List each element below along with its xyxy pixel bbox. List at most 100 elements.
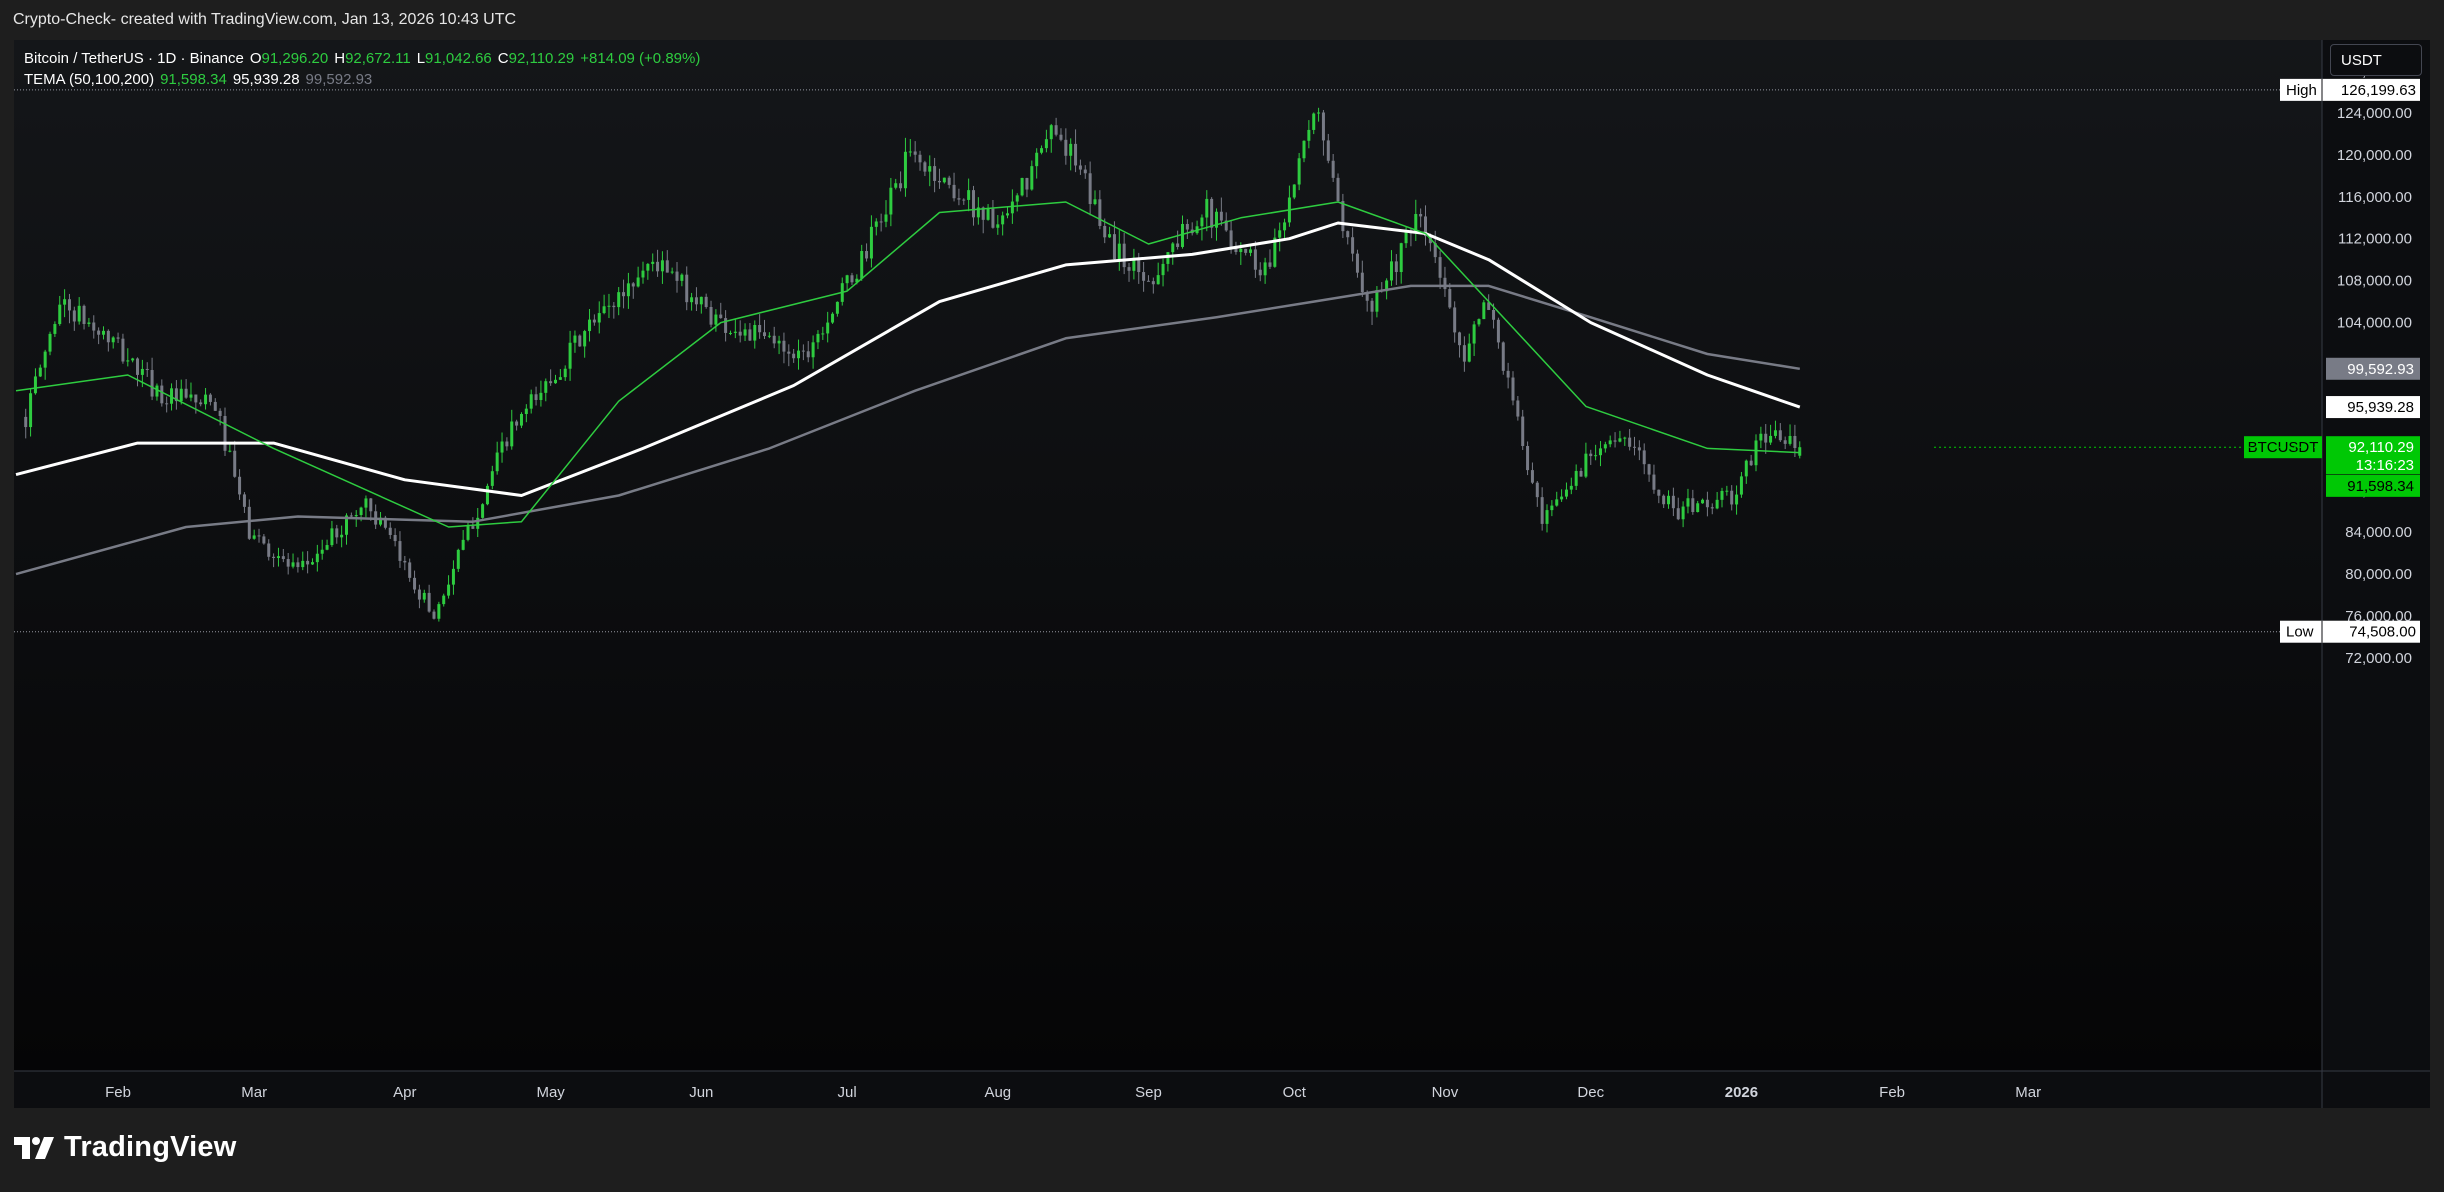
- candle-body: [1253, 249, 1257, 270]
- candle-body: [1015, 195, 1019, 202]
- high-tag-label: High: [2286, 82, 2317, 99]
- candle-body: [461, 539, 465, 550]
- candle-body: [1278, 230, 1282, 238]
- candle-body: [1555, 499, 1559, 506]
- legend-tema-label[interactable]: TEMA (50,100,200): [24, 69, 154, 90]
- candle-body: [1074, 143, 1078, 166]
- candle-body: [568, 342, 572, 369]
- candle-body: [505, 441, 509, 447]
- candle-body: [971, 190, 975, 218]
- candle-body: [617, 292, 621, 308]
- x-tick-label: Jun: [689, 1084, 713, 1101]
- price-chart[interactable]: 128,000.00124,000.00120,000.00116,000.00…: [14, 40, 2430, 1108]
- candle-body: [1516, 400, 1520, 417]
- candle-body: [1443, 277, 1447, 290]
- candle-body: [1608, 440, 1612, 445]
- candle-body: [1341, 201, 1345, 232]
- candle-body: [622, 292, 626, 297]
- legend-change: +814.09 (+0.89%): [580, 50, 701, 67]
- candle-body: [1501, 342, 1505, 371]
- candle-body: [1623, 437, 1627, 439]
- y-tick-label: 120,000.00: [2337, 147, 2412, 164]
- candle-body: [1151, 281, 1155, 285]
- candle-body: [257, 535, 261, 537]
- y-tick-label: 84,000.00: [2345, 524, 2412, 541]
- candle-body: [1754, 440, 1758, 466]
- candle-body: [792, 353, 796, 359]
- candle-body: [233, 450, 237, 477]
- candle-body: [1419, 214, 1423, 217]
- candle-body: [413, 577, 417, 590]
- chart-panel[interactable]: 128,000.00124,000.00120,000.00116,000.00…: [14, 40, 2430, 1108]
- candle-body: [831, 313, 835, 323]
- candle-body: [1200, 217, 1204, 227]
- currency-button[interactable]: USDT: [2330, 44, 2422, 76]
- candle-body: [1249, 249, 1253, 253]
- candle-body: [1715, 499, 1719, 509]
- candle-body: [325, 545, 329, 550]
- candle-body: [835, 301, 839, 314]
- candle-body: [67, 299, 71, 311]
- tema50-tag: 91,598.34: [2347, 478, 2414, 495]
- candle-body: [869, 226, 873, 259]
- candle-body: [1462, 345, 1466, 362]
- candle-body: [63, 299, 67, 305]
- candle-body: [903, 151, 907, 189]
- candle-body: [1389, 261, 1393, 281]
- candle-body: [456, 549, 460, 569]
- candle-body: [641, 270, 645, 278]
- candle-body: [787, 351, 791, 354]
- candle-body: [777, 340, 781, 344]
- candle-body: [607, 305, 611, 307]
- candle-body: [427, 592, 431, 612]
- candle-body: [242, 494, 246, 507]
- candle-body: [1662, 495, 1666, 505]
- candle-body: [884, 214, 888, 222]
- candle-body: [1229, 230, 1233, 248]
- candle-body: [1185, 223, 1189, 230]
- candle-body: [612, 305, 616, 308]
- legend-open-value: 91,296.20: [261, 50, 329, 67]
- candle-body: [1239, 248, 1243, 253]
- candle-body: [1637, 447, 1641, 451]
- x-tick-label: Aug: [984, 1084, 1011, 1101]
- candle-body: [1560, 496, 1564, 500]
- candle-body: [816, 333, 820, 343]
- candle-body: [1088, 173, 1092, 205]
- legend-symbol[interactable]: Bitcoin / TetherUS · 1D · Binance: [24, 48, 244, 69]
- candle-body: [1161, 263, 1165, 276]
- candle-body: [1355, 253, 1359, 273]
- candle-body: [1453, 307, 1457, 333]
- candle-body: [1467, 343, 1471, 362]
- candle-body: [1205, 198, 1209, 218]
- candle-body: [1360, 272, 1364, 293]
- candle-body: [1720, 490, 1724, 500]
- candle-body: [1584, 453, 1588, 477]
- candle-body: [213, 401, 217, 411]
- candle-body: [140, 368, 144, 375]
- candle-body: [1258, 269, 1262, 276]
- candle-body: [447, 584, 451, 596]
- candle-body: [131, 358, 135, 361]
- candle-body: [481, 504, 485, 518]
- candle-body: [1263, 262, 1267, 276]
- candle-body: [495, 452, 499, 472]
- candle-body: [330, 528, 334, 546]
- legend-tema200-value: 99,592.93: [305, 71, 373, 88]
- candle-body: [991, 208, 995, 228]
- candle-body: [1307, 129, 1311, 141]
- candle-body: [519, 413, 523, 426]
- candle-body: [1477, 319, 1481, 325]
- candle-body: [1025, 177, 1029, 190]
- candle-body: [1054, 125, 1058, 135]
- tradingview-logo[interactable]: TradingView: [14, 1131, 237, 1164]
- legend-open-label: O: [249, 50, 262, 67]
- candle-body: [106, 330, 110, 343]
- candle-body: [1317, 112, 1321, 114]
- candle-body: [1778, 430, 1782, 441]
- candle-body: [228, 450, 232, 452]
- candle-body: [1078, 165, 1082, 170]
- candle-body: [583, 331, 587, 347]
- candle-body: [145, 368, 149, 371]
- candle-body: [1579, 470, 1583, 477]
